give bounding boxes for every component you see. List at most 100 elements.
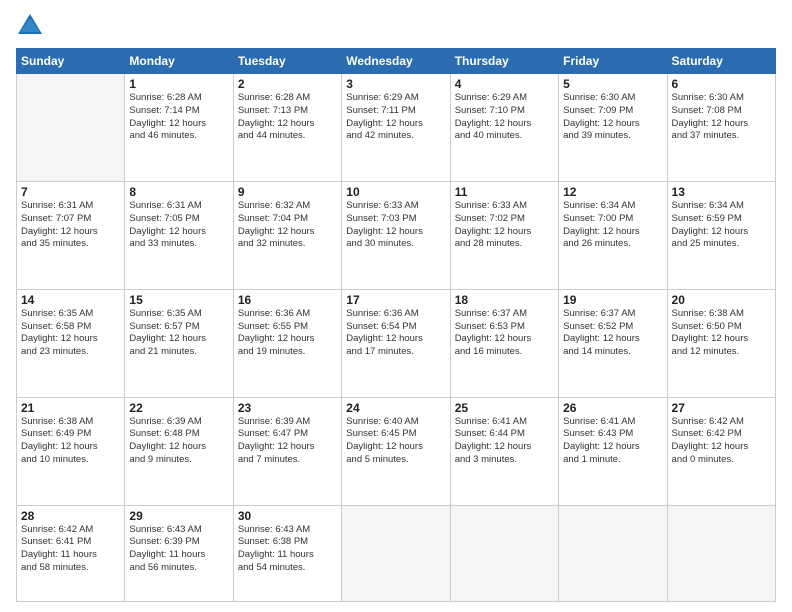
day-number: 1 xyxy=(129,77,228,91)
calendar-cell xyxy=(342,505,450,601)
day-number: 9 xyxy=(238,185,337,199)
day-number: 23 xyxy=(238,401,337,415)
day-info: Sunrise: 6:40 AM Sunset: 6:45 PM Dayligh… xyxy=(346,416,445,467)
day-number: 27 xyxy=(672,401,771,415)
calendar-cell: 3Sunrise: 6:29 AM Sunset: 7:11 PM Daylig… xyxy=(342,74,450,182)
day-info: Sunrise: 6:37 AM Sunset: 6:52 PM Dayligh… xyxy=(563,308,662,359)
day-info: Sunrise: 6:30 AM Sunset: 7:09 PM Dayligh… xyxy=(563,92,662,143)
day-number: 18 xyxy=(455,293,554,307)
logo-icon xyxy=(16,12,44,40)
day-number: 20 xyxy=(672,293,771,307)
calendar-cell: 29Sunrise: 6:43 AM Sunset: 6:39 PM Dayli… xyxy=(125,505,233,601)
calendar-cell: 5Sunrise: 6:30 AM Sunset: 7:09 PM Daylig… xyxy=(559,74,667,182)
day-info: Sunrise: 6:34 AM Sunset: 7:00 PM Dayligh… xyxy=(563,200,662,251)
day-number: 4 xyxy=(455,77,554,91)
calendar-cell: 30Sunrise: 6:43 AM Sunset: 6:38 PM Dayli… xyxy=(233,505,341,601)
day-info: Sunrise: 6:29 AM Sunset: 7:11 PM Dayligh… xyxy=(346,92,445,143)
weekday-header: Sunday xyxy=(17,49,125,74)
day-number: 22 xyxy=(129,401,228,415)
day-info: Sunrise: 6:35 AM Sunset: 6:57 PM Dayligh… xyxy=(129,308,228,359)
calendar-cell: 12Sunrise: 6:34 AM Sunset: 7:00 PM Dayli… xyxy=(559,181,667,289)
calendar-week-row: 21Sunrise: 6:38 AM Sunset: 6:49 PM Dayli… xyxy=(17,397,776,505)
calendar-cell: 11Sunrise: 6:33 AM Sunset: 7:02 PM Dayli… xyxy=(450,181,558,289)
calendar-cell: 16Sunrise: 6:36 AM Sunset: 6:55 PM Dayli… xyxy=(233,289,341,397)
calendar-cell: 4Sunrise: 6:29 AM Sunset: 7:10 PM Daylig… xyxy=(450,74,558,182)
day-number: 25 xyxy=(455,401,554,415)
day-number: 7 xyxy=(21,185,120,199)
calendar-week-row: 14Sunrise: 6:35 AM Sunset: 6:58 PM Dayli… xyxy=(17,289,776,397)
day-number: 13 xyxy=(672,185,771,199)
day-number: 6 xyxy=(672,77,771,91)
day-info: Sunrise: 6:33 AM Sunset: 7:03 PM Dayligh… xyxy=(346,200,445,251)
day-info: Sunrise: 6:34 AM Sunset: 6:59 PM Dayligh… xyxy=(672,200,771,251)
day-info: Sunrise: 6:43 AM Sunset: 6:38 PM Dayligh… xyxy=(238,524,337,575)
calendar-cell: 18Sunrise: 6:37 AM Sunset: 6:53 PM Dayli… xyxy=(450,289,558,397)
day-info: Sunrise: 6:39 AM Sunset: 6:48 PM Dayligh… xyxy=(129,416,228,467)
day-number: 28 xyxy=(21,509,120,523)
calendar-cell: 27Sunrise: 6:42 AM Sunset: 6:42 PM Dayli… xyxy=(667,397,775,505)
calendar-cell: 22Sunrise: 6:39 AM Sunset: 6:48 PM Dayli… xyxy=(125,397,233,505)
day-number: 10 xyxy=(346,185,445,199)
calendar-cell: 2Sunrise: 6:28 AM Sunset: 7:13 PM Daylig… xyxy=(233,74,341,182)
calendar-cell: 14Sunrise: 6:35 AM Sunset: 6:58 PM Dayli… xyxy=(17,289,125,397)
day-info: Sunrise: 6:28 AM Sunset: 7:14 PM Dayligh… xyxy=(129,92,228,143)
day-number: 26 xyxy=(563,401,662,415)
day-info: Sunrise: 6:41 AM Sunset: 6:43 PM Dayligh… xyxy=(563,416,662,467)
day-number: 5 xyxy=(563,77,662,91)
day-info: Sunrise: 6:28 AM Sunset: 7:13 PM Dayligh… xyxy=(238,92,337,143)
day-info: Sunrise: 6:38 AM Sunset: 6:49 PM Dayligh… xyxy=(21,416,120,467)
calendar-cell: 17Sunrise: 6:36 AM Sunset: 6:54 PM Dayli… xyxy=(342,289,450,397)
calendar-cell xyxy=(17,74,125,182)
calendar-cell xyxy=(667,505,775,601)
day-info: Sunrise: 6:41 AM Sunset: 6:44 PM Dayligh… xyxy=(455,416,554,467)
day-number: 2 xyxy=(238,77,337,91)
day-info: Sunrise: 6:30 AM Sunset: 7:08 PM Dayligh… xyxy=(672,92,771,143)
calendar-cell: 10Sunrise: 6:33 AM Sunset: 7:03 PM Dayli… xyxy=(342,181,450,289)
calendar-week-row: 28Sunrise: 6:42 AM Sunset: 6:41 PM Dayli… xyxy=(17,505,776,601)
day-number: 24 xyxy=(346,401,445,415)
calendar-cell: 25Sunrise: 6:41 AM Sunset: 6:44 PM Dayli… xyxy=(450,397,558,505)
day-info: Sunrise: 6:37 AM Sunset: 6:53 PM Dayligh… xyxy=(455,308,554,359)
day-number: 3 xyxy=(346,77,445,91)
day-info: Sunrise: 6:42 AM Sunset: 6:42 PM Dayligh… xyxy=(672,416,771,467)
day-number: 16 xyxy=(238,293,337,307)
day-number: 11 xyxy=(455,185,554,199)
calendar-cell: 23Sunrise: 6:39 AM Sunset: 6:47 PM Dayli… xyxy=(233,397,341,505)
day-number: 15 xyxy=(129,293,228,307)
calendar-cell: 9Sunrise: 6:32 AM Sunset: 7:04 PM Daylig… xyxy=(233,181,341,289)
calendar-cell xyxy=(450,505,558,601)
calendar-table: SundayMondayTuesdayWednesdayThursdayFrid… xyxy=(16,48,776,602)
calendar-cell: 24Sunrise: 6:40 AM Sunset: 6:45 PM Dayli… xyxy=(342,397,450,505)
calendar-cell: 8Sunrise: 6:31 AM Sunset: 7:05 PM Daylig… xyxy=(125,181,233,289)
day-info: Sunrise: 6:36 AM Sunset: 6:54 PM Dayligh… xyxy=(346,308,445,359)
day-info: Sunrise: 6:33 AM Sunset: 7:02 PM Dayligh… xyxy=(455,200,554,251)
calendar-cell xyxy=(559,505,667,601)
day-number: 8 xyxy=(129,185,228,199)
day-number: 21 xyxy=(21,401,120,415)
page: SundayMondayTuesdayWednesdayThursdayFrid… xyxy=(0,0,792,612)
day-info: Sunrise: 6:38 AM Sunset: 6:50 PM Dayligh… xyxy=(672,308,771,359)
day-info: Sunrise: 6:31 AM Sunset: 7:05 PM Dayligh… xyxy=(129,200,228,251)
day-number: 19 xyxy=(563,293,662,307)
day-number: 12 xyxy=(563,185,662,199)
calendar-week-row: 1Sunrise: 6:28 AM Sunset: 7:14 PM Daylig… xyxy=(17,74,776,182)
weekday-header: Saturday xyxy=(667,49,775,74)
weekday-header: Wednesday xyxy=(342,49,450,74)
weekday-header: Tuesday xyxy=(233,49,341,74)
calendar-cell: 20Sunrise: 6:38 AM Sunset: 6:50 PM Dayli… xyxy=(667,289,775,397)
day-info: Sunrise: 6:29 AM Sunset: 7:10 PM Dayligh… xyxy=(455,92,554,143)
day-number: 14 xyxy=(21,293,120,307)
day-info: Sunrise: 6:36 AM Sunset: 6:55 PM Dayligh… xyxy=(238,308,337,359)
day-info: Sunrise: 6:31 AM Sunset: 7:07 PM Dayligh… xyxy=(21,200,120,251)
weekday-header: Monday xyxy=(125,49,233,74)
calendar-cell: 13Sunrise: 6:34 AM Sunset: 6:59 PM Dayli… xyxy=(667,181,775,289)
calendar-header-row: SundayMondayTuesdayWednesdayThursdayFrid… xyxy=(17,49,776,74)
day-number: 30 xyxy=(238,509,337,523)
weekday-header: Friday xyxy=(559,49,667,74)
day-info: Sunrise: 6:43 AM Sunset: 6:39 PM Dayligh… xyxy=(129,524,228,575)
day-number: 17 xyxy=(346,293,445,307)
day-info: Sunrise: 6:35 AM Sunset: 6:58 PM Dayligh… xyxy=(21,308,120,359)
calendar-week-row: 7Sunrise: 6:31 AM Sunset: 7:07 PM Daylig… xyxy=(17,181,776,289)
day-number: 29 xyxy=(129,509,228,523)
calendar-cell: 7Sunrise: 6:31 AM Sunset: 7:07 PM Daylig… xyxy=(17,181,125,289)
